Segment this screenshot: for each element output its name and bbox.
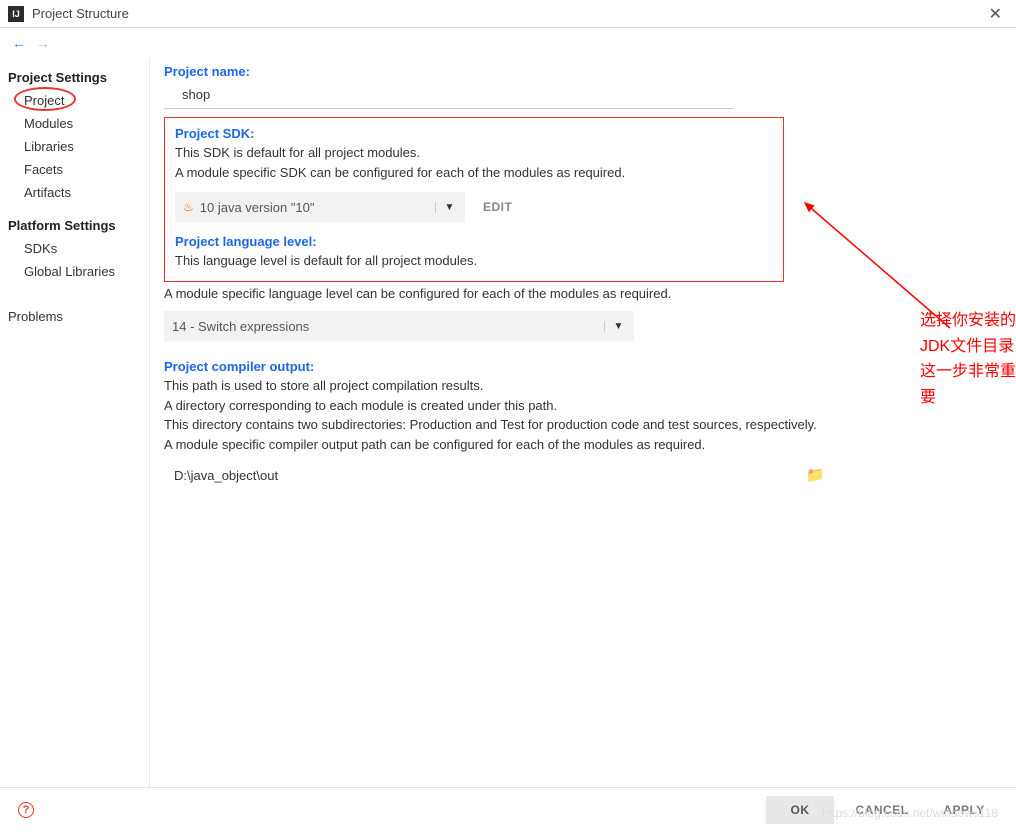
chevron-down-icon: ▼	[604, 321, 626, 332]
annotation-line: 选择你安装的JDK文件目录	[920, 308, 1016, 359]
content-panel: Project name: shop Project SDK: This SDK…	[150, 58, 1016, 787]
compiler-output-section: Project compiler output: This path is us…	[164, 359, 998, 490]
language-level-description: A module specific language level can be …	[164, 284, 998, 304]
sidebar-item-label: Project	[24, 93, 64, 108]
sidebar-item-global-libraries[interactable]: Global Libraries	[0, 260, 149, 283]
sdk-combobox[interactable]: ♨ 10 java version "10" ▼	[175, 192, 465, 222]
compiler-description: A directory corresponding to each module…	[164, 396, 998, 416]
ok-button[interactable]: OK	[766, 796, 834, 824]
sidebar-item-label: SDKs	[24, 241, 57, 256]
annotation-red-box: Project SDK: This SDK is default for all…	[164, 117, 784, 282]
project-name-label: Project name:	[164, 64, 998, 79]
compiler-description: This path is used to store all project c…	[164, 376, 998, 396]
compiler-output-row: D:\java_object\out 📁	[164, 460, 829, 490]
sdk-description: This SDK is default for all project modu…	[175, 143, 773, 163]
sidebar-heading-project-settings: Project Settings	[0, 64, 149, 89]
language-level-combobox[interactable]: 14 - Switch expressions ▼	[164, 311, 634, 341]
help-icon[interactable]: ?	[18, 802, 34, 818]
sidebar-item-problems[interactable]: Problems	[0, 305, 149, 328]
project-sdk-label: Project SDK:	[175, 126, 773, 141]
java-icon: ♨	[183, 200, 194, 214]
sidebar-item-facets[interactable]: Facets	[0, 158, 149, 181]
sidebar-item-sdks[interactable]: SDKs	[0, 237, 149, 260]
annotation-text: 选择你安装的JDK文件目录 这一步非常重要	[920, 308, 1016, 410]
compiler-description: A module specific compiler output path c…	[164, 435, 998, 455]
sidebar-item-label: Artifacts	[24, 185, 71, 200]
sidebar-item-modules[interactable]: Modules	[0, 112, 149, 135]
language-level-label: Project language level:	[175, 234, 773, 249]
chevron-down-icon: ▼	[435, 202, 457, 213]
nav-toolbar: ← →	[0, 28, 1016, 58]
language-level-description: This language level is default for all p…	[175, 251, 773, 271]
cancel-button[interactable]: CANCEL	[848, 796, 916, 824]
folder-browse-icon[interactable]: 📁	[806, 466, 825, 484]
sidebar-item-label: Libraries	[24, 139, 74, 154]
main-layout: Project Settings Project Modules Librari…	[0, 58, 1016, 787]
compiler-output-path[interactable]: D:\java_object\out	[174, 468, 806, 483]
sidebar-item-project[interactable]: Project	[0, 89, 149, 112]
sdk-value: 10 java version "10"	[200, 200, 429, 215]
sdk-selector-row: ♨ 10 java version "10" ▼ EDIT	[175, 192, 773, 222]
window-title: Project Structure	[32, 6, 983, 21]
nav-back-icon[interactable]: ←	[12, 35, 26, 51]
sidebar-item-label: Problems	[8, 309, 63, 324]
sidebar-heading-platform-settings: Platform Settings	[0, 212, 149, 237]
nav-forward-icon[interactable]: →	[36, 35, 50, 51]
sidebar-item-label: Modules	[24, 116, 73, 131]
sidebar-item-label: Global Libraries	[24, 264, 115, 279]
titlebar: IJ Project Structure ✕	[0, 0, 1016, 28]
bottom-bar: ? OK CANCEL APPLY	[0, 787, 1016, 832]
project-name-section: Project name: shop	[164, 64, 998, 109]
sidebar: Project Settings Project Modules Librari…	[0, 58, 150, 787]
sidebar-item-artifacts[interactable]: Artifacts	[0, 181, 149, 204]
compiler-description: This directory contains two subdirectori…	[164, 415, 998, 435]
language-level-value: 14 - Switch expressions	[172, 319, 598, 334]
compiler-output-label: Project compiler output:	[164, 359, 998, 374]
annotation-line: 这一步非常重要	[920, 359, 1016, 410]
apply-button[interactable]: APPLY	[930, 796, 998, 824]
sidebar-item-label: Facets	[24, 162, 63, 177]
sdk-description: A module specific SDK can be configured …	[175, 163, 773, 183]
close-icon[interactable]: ✕	[983, 4, 1008, 24]
app-icon: IJ	[8, 6, 24, 22]
project-name-input[interactable]: shop	[164, 81, 734, 109]
sidebar-item-libraries[interactable]: Libraries	[0, 135, 149, 158]
edit-sdk-link[interactable]: EDIT	[483, 200, 512, 214]
